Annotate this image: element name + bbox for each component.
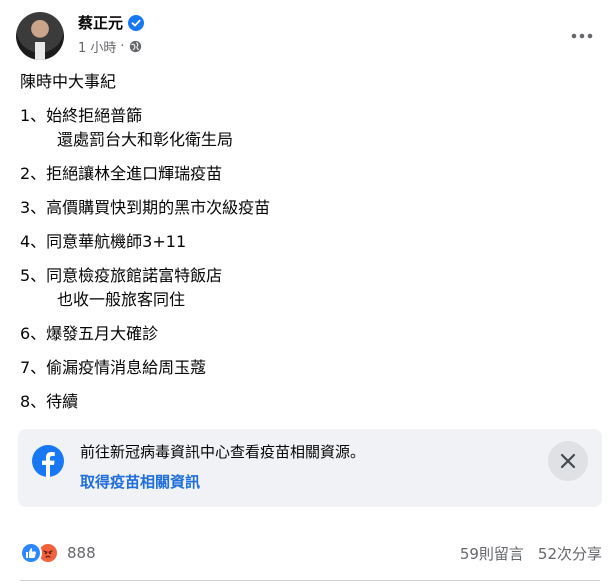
- avatar[interactable]: [16, 12, 64, 60]
- verified-badge-icon: [128, 14, 145, 31]
- globe-icon: [129, 40, 141, 53]
- post-header: 蔡正元 1 小時 ·: [16, 10, 600, 62]
- post-meta: 1 小時 ·: [78, 37, 142, 56]
- author-name[interactable]: 蔡正元: [78, 12, 123, 33]
- reactions-summary[interactable]: 888: [20, 540, 96, 566]
- vaccine-info-link[interactable]: 取得疫苗相關資訊: [80, 471, 200, 492]
- banner-message: 前往新冠病毒資訊中心查看疫苗相關資源。: [80, 443, 366, 461]
- author-row: 蔡正元: [78, 12, 145, 33]
- list-item: 5、同意檢疫旅館諾富特飯店 也收一般旅客同住: [20, 264, 600, 312]
- list-item: 3、高價購買快到期的黑市次級疫苗: [20, 196, 600, 220]
- comment-count-link[interactable]: 59則留言: [460, 543, 524, 564]
- post-body: 陳時中大事紀 1、始終拒絕普篩 還處罰台大和彰化衛生局 2、拒絕讓林全進口輝瑞疫…: [20, 70, 600, 424]
- list-item-line: 2、拒絕讓林全進口輝瑞疫苗: [20, 164, 223, 183]
- list-item: 7、偷漏疫情消息給周玉蔻: [20, 356, 600, 380]
- post-title: 陳時中大事紀: [20, 72, 117, 91]
- list-item: 4、同意華航機師3+11: [20, 230, 600, 254]
- list-item-subline: 還處罰台大和彰化衛生局: [57, 130, 234, 149]
- list-item-line: 6、爆發五月大確診: [20, 324, 159, 343]
- ellipsis-icon: [571, 33, 593, 39]
- list-item-line: 1、始終拒絕普篩: [20, 106, 143, 125]
- more-options-button[interactable]: [564, 18, 600, 54]
- list-item: 1、始終拒絕普篩 還處罰台大和彰化衛生局: [20, 104, 600, 152]
- close-icon: [560, 453, 576, 469]
- list-item-line: 4、同意華航機師3+11: [20, 232, 187, 251]
- like-reaction-icon: [20, 542, 42, 564]
- meta-separator: ·: [120, 39, 125, 54]
- list-item-line: 8、待續: [20, 392, 79, 411]
- list-item-subline: 也收一般旅客同住: [57, 290, 186, 309]
- list-item: 8、待續: [20, 390, 600, 414]
- post-stats: 59則留言 52次分享: [460, 543, 602, 564]
- post-time[interactable]: 1 小時: [78, 37, 116, 56]
- reaction-count: 888: [67, 544, 96, 562]
- share-count-link[interactable]: 52次分享: [538, 543, 602, 564]
- list-item: 6、爆發五月大確診: [20, 322, 600, 346]
- banner-close-button[interactable]: [548, 441, 588, 481]
- list-item-line: 5、同意檢疫旅館諾富特飯店: [20, 266, 223, 285]
- divider: [20, 580, 600, 581]
- list-item-line: 3、高價購買快到期的黑市次級疫苗: [20, 198, 271, 217]
- list-item-line: 7、偷漏疫情消息給周玉蔻: [20, 358, 207, 377]
- covid-info-banner: 前往新冠病毒資訊中心查看疫苗相關資源。 取得疫苗相關資訊: [18, 429, 602, 507]
- list-item: 2、拒絕讓林全進口輝瑞疫苗: [20, 162, 600, 186]
- facebook-logo-icon: [32, 445, 64, 477]
